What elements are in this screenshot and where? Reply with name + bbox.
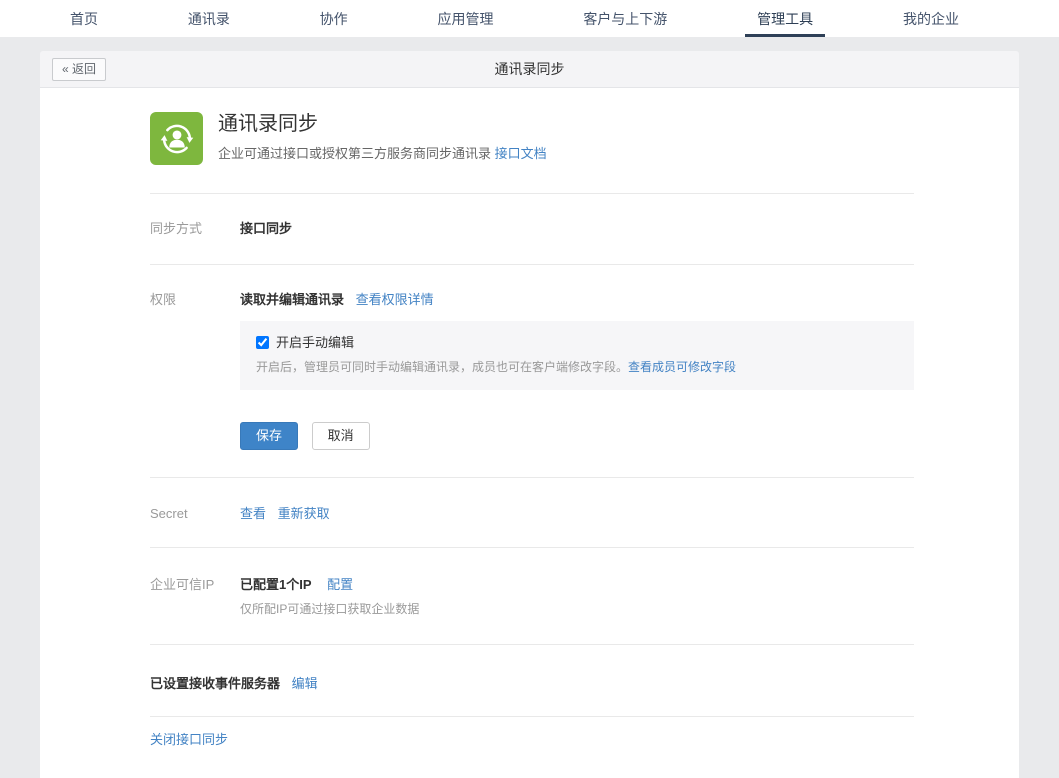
sync-method-row: 同步方式 接口同步	[150, 194, 914, 264]
view-permission-details-link[interactable]: 查看权限详情	[356, 292, 434, 307]
permission-value-wrap: 读取并编辑通讯录 查看权限详情	[240, 291, 434, 308]
card-body: 通讯录同步 企业可通过接口或授权第三方服务商同步通讯录 接口文档 同步方式 接口…	[40, 88, 1019, 778]
trusted-ip-description: 仅所配IP可通过接口获取企业数据	[240, 601, 419, 618]
app-description: 企业可通过接口或授权第三方服务商同步通讯录 接口文档	[218, 145, 547, 162]
nav-item-label: 应用管理	[437, 9, 493, 29]
nav-item-home[interactable]: 首页	[70, 0, 98, 37]
back-chevron-icon: «	[62, 62, 69, 76]
content-card: « 返回 通讯录同步 通讯录同步	[40, 51, 1019, 778]
cancel-button[interactable]: 取消	[312, 422, 370, 450]
view-secret-link[interactable]: 查看	[240, 506, 266, 521]
view-editable-fields-link[interactable]: 查看成员可修改字段	[628, 360, 736, 374]
app-description-text: 企业可通过接口或授权第三方服务商同步通讯录	[218, 146, 491, 161]
button-row: 保存 取消	[240, 422, 914, 450]
permission-row: 权限 读取并编辑通讯录 查看权限详情	[150, 291, 914, 308]
app-title: 通讯录同步	[218, 112, 547, 136]
manual-edit-row: 开启手动编辑 开启后，管理员可同时手动编辑通讯录，成员也可在客户端修改字段。查看…	[150, 308, 914, 450]
configure-ip-link[interactable]: 配置	[327, 577, 353, 592]
nav-item-label: 通讯录	[188, 9, 230, 29]
nav-item-collaboration[interactable]: 协作	[320, 0, 348, 37]
divider	[150, 716, 914, 717]
api-doc-link[interactable]: 接口文档	[495, 146, 547, 161]
nav-item-contacts[interactable]: 通讯录	[188, 0, 230, 37]
top-navigation: 首页 通讯录 协作 应用管理 客户与上下游 管理工具 我的企业	[0, 0, 1059, 37]
back-button[interactable]: « 返回	[52, 58, 106, 81]
app-info: 通讯录同步 企业可通过接口或授权第三方服务商同步通讯录 接口文档	[218, 112, 547, 162]
sync-method-value: 接口同步	[240, 220, 292, 237]
back-label: 返回	[72, 62, 96, 76]
nav-item-label: 协作	[320, 9, 348, 29]
nav-item-label: 我的企业	[903, 9, 959, 29]
event-server-status: 已设置接收事件服务器	[150, 676, 280, 691]
regenerate-secret-link[interactable]: 重新获取	[278, 506, 330, 521]
secret-label: Secret	[150, 505, 240, 522]
sync-person-glyph	[157, 119, 197, 159]
nav-item-my-company[interactable]: 我的企业	[903, 0, 959, 37]
trusted-ip-label: 企业可信IP	[150, 576, 240, 618]
manual-edit-checkbox[interactable]	[256, 336, 269, 349]
page-title: 通讯录同步	[40, 59, 1019, 79]
permission-value: 读取并编辑通讯录	[240, 292, 344, 307]
manual-edit-panel: 开启手动编辑 开启后，管理员可同时手动编辑通讯录，成员也可在客户端修改字段。查看…	[240, 321, 914, 390]
nav-item-label: 管理工具	[757, 9, 813, 29]
card-header: « 返回 通讯录同步	[40, 51, 1019, 88]
permission-section: 权限 读取并编辑通讯录 查看权限详情 开启手动编辑 开启后，管理员可同时手	[150, 265, 914, 477]
secret-actions: 查看 重新获取	[240, 505, 330, 522]
close-api-sync-link[interactable]: 关闭接口同步	[150, 732, 228, 747]
trusted-ip-line: 已配置1个IP 配置	[240, 576, 419, 593]
trusted-ip-value: 已配置1个IP	[240, 577, 312, 592]
manual-edit-col: 开启手动编辑 开启后，管理员可同时手动编辑通讯录，成员也可在客户端修改字段。查看…	[240, 308, 914, 450]
nav-item-label: 客户与上下游	[583, 9, 667, 29]
trusted-ip-row: 企业可信IP 已配置1个IP 配置 仅所配IP可通过接口获取企业数据	[150, 548, 914, 644]
manual-edit-checkbox-label[interactable]: 开启手动编辑	[256, 334, 898, 351]
app-header: 通讯录同步 企业可通过接口或授权第三方服务商同步通讯录 接口文档	[150, 112, 914, 165]
secret-row: Secret 查看 重新获取	[150, 478, 914, 547]
nav-item-app-management[interactable]: 应用管理	[437, 0, 493, 37]
event-server-row: 已设置接收事件服务器 编辑	[150, 645, 914, 716]
trusted-ip-value-wrap: 已配置1个IP 配置 仅所配IP可通过接口获取企业数据	[240, 576, 419, 618]
manual-edit-description: 开启后，管理员可同时手动编辑通讯录，成员也可在客户端修改字段。查看成员可修改字段	[256, 359, 898, 375]
manual-edit-checkbox-text: 开启手动编辑	[276, 334, 354, 351]
active-tab-indicator	[745, 34, 825, 37]
save-button[interactable]: 保存	[240, 422, 298, 450]
sync-method-label: 同步方式	[150, 220, 240, 237]
nav-item-customers-upstream[interactable]: 客户与上下游	[583, 0, 667, 37]
spacer	[150, 308, 240, 450]
manual-edit-description-text: 开启后，管理员可同时手动编辑通讯录，成员也可在客户端修改字段。	[256, 360, 628, 374]
edit-event-server-link[interactable]: 编辑	[292, 676, 318, 691]
contact-sync-icon	[150, 112, 203, 165]
nav-item-admin-tools[interactable]: 管理工具	[757, 0, 813, 37]
permission-label: 权限	[150, 291, 240, 308]
nav-item-label: 首页	[70, 9, 98, 29]
